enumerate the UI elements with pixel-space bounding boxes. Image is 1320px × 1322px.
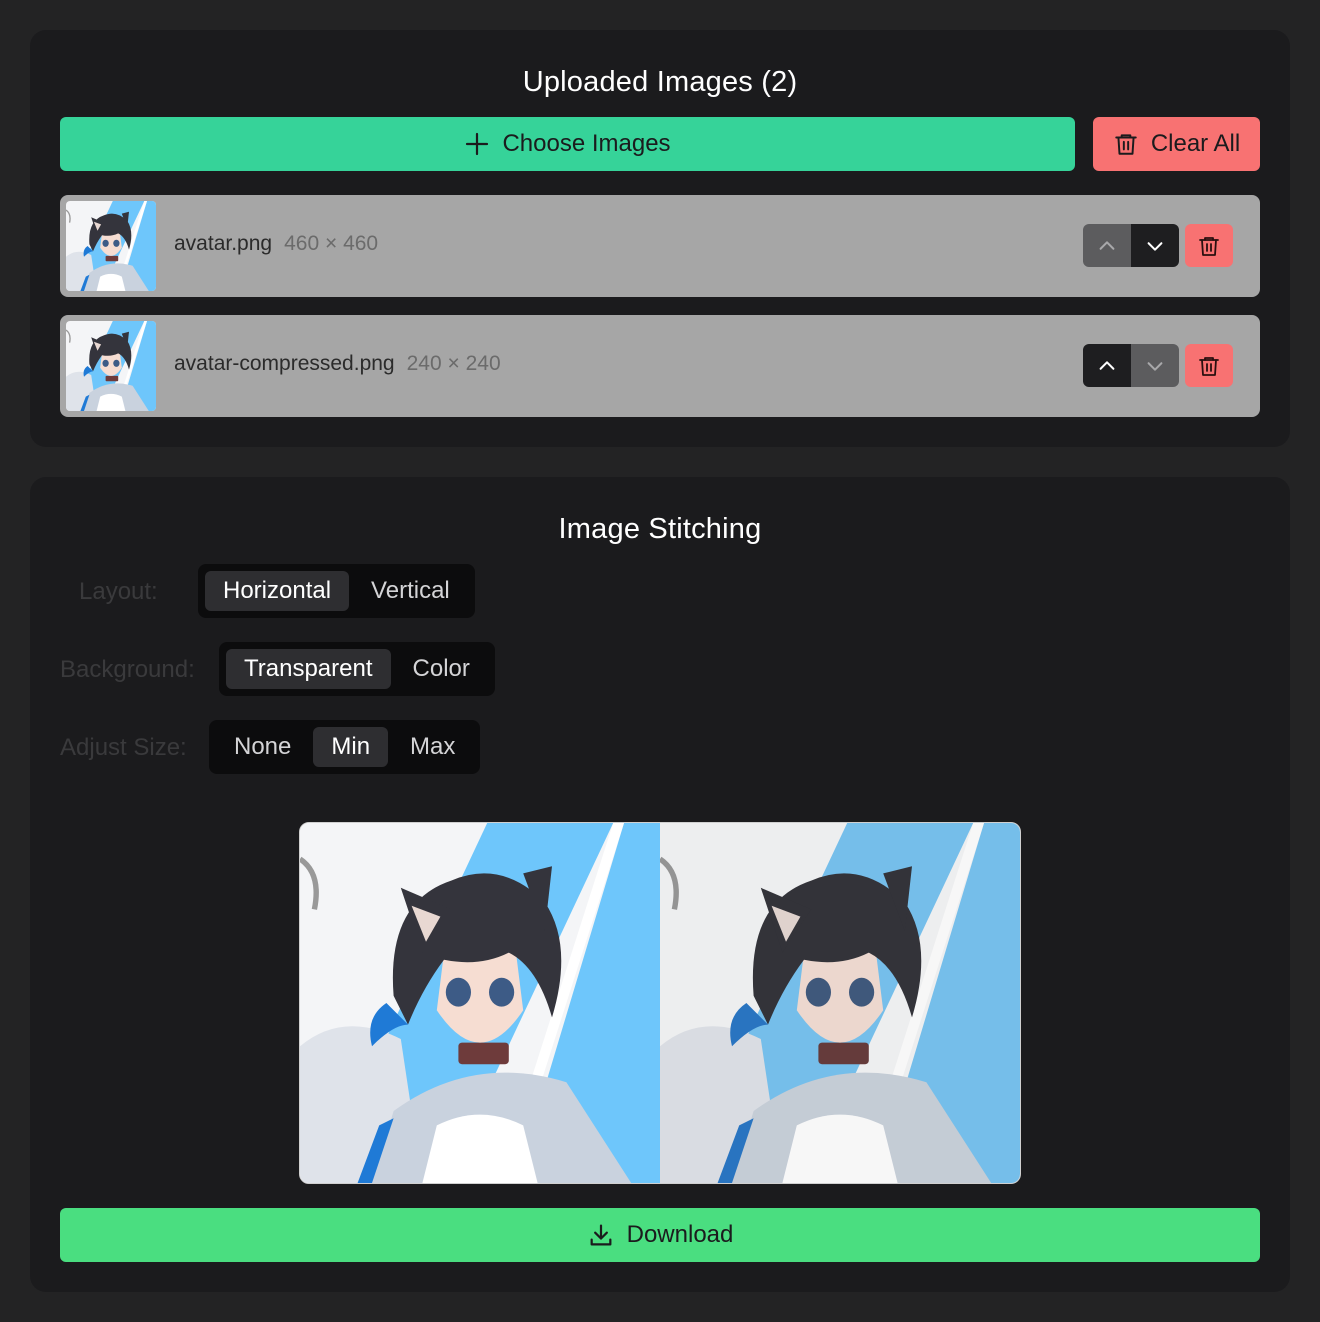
adjust-size-label: Adjust Size: — [60, 734, 187, 761]
image-list-item: avatar-compressed.png 240 × 240 — [60, 315, 1260, 417]
layout-option-vertical[interactable]: Vertical — [353, 571, 468, 611]
image-dimensions: 460 × 460 — [284, 232, 379, 255]
background-option-color[interactable]: Color — [395, 649, 488, 689]
image-file-name: avatar-compressed.png — [174, 352, 395, 375]
move-up-button[interactable] — [1083, 224, 1131, 267]
background-selector: Transparent Color — [219, 642, 495, 696]
image-stitching-panel: Image Stitching Layout: Horizontal Verti… — [30, 477, 1290, 1292]
chevron-up-icon — [1099, 240, 1115, 250]
choose-images-label: Choose Images — [502, 130, 671, 157]
plus-icon — [464, 131, 490, 157]
layout-selector: Horizontal Vertical — [198, 564, 475, 618]
trash-icon — [1199, 236, 1219, 256]
stitched-image-part — [660, 823, 1020, 1183]
choose-images-button[interactable]: Choose Images — [60, 117, 1075, 171]
uploaded-images-panel: Uploaded Images (2) Choose Images Clear … — [30, 30, 1290, 447]
download-icon — [587, 1221, 615, 1249]
image-stitching-title: Image Stitching — [558, 513, 762, 545]
remove-image-button[interactable] — [1185, 344, 1233, 387]
download-button[interactable]: Download — [60, 1208, 1260, 1262]
background-option-transparent[interactable]: Transparent — [226, 649, 391, 689]
adjust-size-selector: None Min Max — [209, 720, 481, 774]
trash-icon — [1199, 356, 1219, 376]
move-up-button[interactable] — [1083, 344, 1131, 387]
image-list-item: avatar.png 460 × 460 — [60, 195, 1260, 297]
reorder-controls — [1083, 344, 1179, 387]
image-thumbnail — [66, 321, 156, 411]
image-dimensions: 240 × 240 — [406, 352, 501, 375]
layout-label: Layout: — [79, 578, 158, 605]
adjust-size-option-none[interactable]: None — [216, 727, 309, 767]
trash-icon — [1113, 131, 1139, 157]
uploaded-images-title: Uploaded Images (2) — [522, 66, 798, 98]
chevron-down-icon — [1147, 241, 1163, 251]
chevron-up-icon — [1099, 360, 1115, 370]
image-thumbnail — [66, 201, 156, 291]
reorder-controls — [1083, 224, 1179, 267]
chevron-down-icon — [1147, 361, 1163, 371]
stitched-image-preview — [299, 822, 1021, 1184]
layout-option-horizontal[interactable]: Horizontal — [205, 571, 350, 611]
adjust-size-option-max[interactable]: Max — [392, 727, 473, 767]
move-down-button[interactable] — [1131, 224, 1179, 267]
stitched-image-part — [300, 823, 660, 1183]
clear-all-label: Clear All — [1150, 130, 1241, 157]
move-down-button[interactable] — [1131, 344, 1179, 387]
adjust-size-option-min[interactable]: Min — [313, 727, 389, 767]
clear-all-button[interactable]: Clear All — [1093, 117, 1260, 171]
download-label: Download — [626, 1221, 734, 1248]
image-file-name: avatar.png — [174, 232, 273, 255]
background-label: Background: — [60, 656, 195, 683]
remove-image-button[interactable] — [1185, 224, 1233, 267]
